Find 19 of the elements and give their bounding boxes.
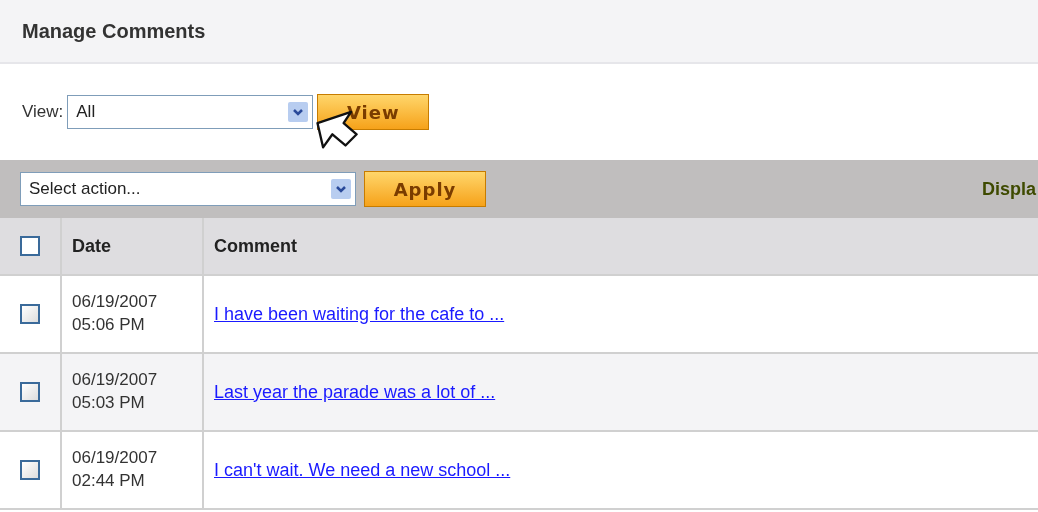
comment-link[interactable]: I have been waiting for the cafe to ... bbox=[214, 303, 505, 325]
page-title: Manage Comments bbox=[22, 19, 206, 43]
apply-button[interactable]: Apply bbox=[364, 171, 486, 207]
date-cell: 06/19/2007 02:44 PM bbox=[62, 432, 204, 508]
select-all-checkbox[interactable] bbox=[20, 236, 40, 256]
view-dropdown[interactable]: All bbox=[67, 95, 314, 129]
view-label: View: bbox=[22, 102, 64, 122]
row-checkbox[interactable] bbox=[20, 304, 40, 324]
display-text: Displa bbox=[981, 178, 1036, 200]
date-cell: 06/19/2007 05:06 PM bbox=[62, 276, 204, 352]
row-checkbox[interactable] bbox=[20, 460, 40, 480]
comment-link[interactable]: Last year the parade was a lot of ... bbox=[214, 381, 496, 403]
action-dropdown[interactable]: Select action... bbox=[20, 172, 356, 206]
date-cell: 06/19/2007 05:03 PM bbox=[62, 354, 204, 430]
view-button[interactable]: View bbox=[317, 94, 430, 130]
column-header: Comment bbox=[213, 234, 298, 258]
row-checkbox[interactable] bbox=[20, 382, 40, 402]
column-header: Date bbox=[62, 218, 204, 274]
comment-link[interactable]: I can't wait. We need a new school ... bbox=[214, 459, 511, 481]
